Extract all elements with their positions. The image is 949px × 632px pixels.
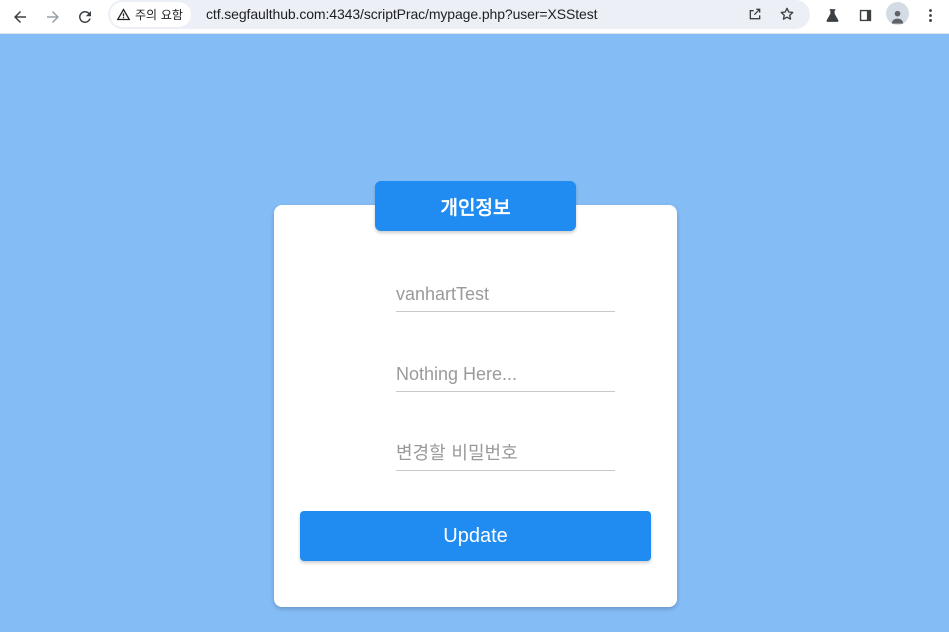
reload-icon bbox=[78, 10, 91, 23]
security-chip[interactable]: 주의 요함 bbox=[110, 2, 191, 27]
bookmark-button[interactable] bbox=[776, 3, 798, 25]
arrow-right-icon bbox=[47, 11, 59, 23]
security-label: 주의 요함 bbox=[135, 8, 183, 22]
person-icon bbox=[891, 10, 904, 24]
address-bar[interactable]: 주의 요함 ctf.segfaulthub.com:4343/scriptPra… bbox=[108, 0, 810, 29]
forward-button[interactable] bbox=[40, 4, 66, 30]
browser-toolbar: 주의 요함 ctf.segfaulthub.com:4343/scriptPra… bbox=[0, 0, 949, 34]
side-panel-icon bbox=[859, 9, 871, 21]
star-icon bbox=[780, 7, 794, 20]
share-icon bbox=[749, 8, 761, 20]
new-password-field[interactable] bbox=[396, 437, 615, 471]
info-field[interactable] bbox=[396, 358, 615, 392]
back-button[interactable] bbox=[7, 4, 33, 30]
labs-button[interactable] bbox=[820, 3, 844, 27]
more-vert-icon bbox=[928, 8, 932, 22]
flask-icon bbox=[826, 8, 838, 22]
warning-icon bbox=[116, 8, 131, 21]
url-text[interactable]: ctf.segfaulthub.com:4343/scriptPrac/mypa… bbox=[206, 6, 597, 22]
profile-avatar[interactable] bbox=[886, 2, 909, 25]
reload-button[interactable] bbox=[72, 4, 98, 30]
menu-button[interactable] bbox=[918, 3, 942, 27]
side-panel-button[interactable] bbox=[853, 3, 877, 27]
arrow-left-icon bbox=[14, 11, 26, 23]
share-button[interactable] bbox=[744, 3, 766, 25]
update-button[interactable]: Update bbox=[300, 511, 651, 561]
card-title: 개인정보 bbox=[375, 181, 576, 231]
username-field[interactable] bbox=[396, 278, 615, 312]
